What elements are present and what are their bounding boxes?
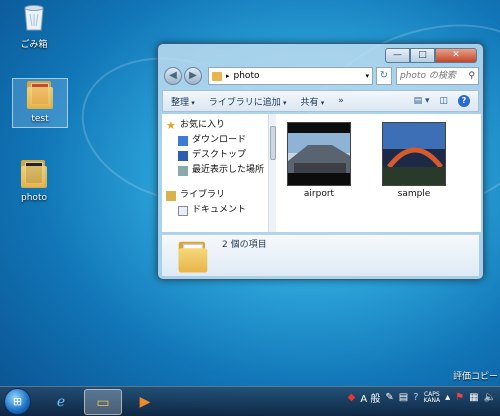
folder-icon (21, 158, 47, 188)
image-thumbnail (287, 122, 351, 186)
nav-favorites[interactable]: ★ お気に入り (166, 118, 270, 133)
show-hidden-icons-icon[interactable]: ▴ (445, 392, 450, 403)
ime-mode[interactable]: A 般 (360, 390, 380, 405)
file-list: airport sample (276, 114, 481, 232)
nav-label: ドキュメント (192, 205, 247, 215)
folder-icon (178, 240, 208, 273)
image-thumbnail (382, 122, 446, 186)
command-bar: 整理 ライブラリに追加 共有 » ▤ ▾ ◫ ? (162, 90, 479, 112)
nav-label: 最近表示した場所 (192, 165, 265, 175)
nav-label: お気に入り (180, 120, 226, 130)
library-icon (166, 190, 176, 201)
kana-indicator: KANA (423, 396, 441, 404)
nav-scrollbar[interactable] (268, 114, 276, 232)
desktop-icon-test-folder[interactable]: test (12, 78, 68, 128)
system-tray: ◆ A 般 ✎ ▤ ? CAPS KANA ▴ ⚑ ▦ 🔈 (348, 390, 496, 405)
desktop-icon-label: test (31, 114, 49, 124)
view-options-icon[interactable]: ▤ ▾ (414, 96, 430, 106)
taskbar-media-player[interactable]: ▶ (126, 389, 164, 415)
help-icon[interactable]: ? (458, 95, 470, 107)
caps-kana-indicator: CAPS KANA (423, 391, 441, 404)
preview-pane-icon[interactable]: ◫ (439, 96, 448, 106)
search-input[interactable]: photo の検索 ⚲ (396, 67, 479, 85)
back-button[interactable]: ◀ (164, 67, 182, 85)
window-controls: — □ ✕ (385, 48, 477, 63)
share-button[interactable]: 共有 (301, 95, 325, 108)
ime-dictionary-icon[interactable]: ▤ (399, 392, 408, 403)
breadcrumb-photo[interactable]: photo (234, 71, 260, 81)
maximize-button[interactable]: □ (410, 48, 435, 63)
nav-label: ライブラリ (180, 190, 226, 200)
arrow-right-icon: ▶ (189, 70, 197, 81)
recycle-bin-icon (24, 5, 44, 31)
media-player-icon: ▶ (139, 394, 151, 410)
folder-icon: ▭ (96, 395, 110, 411)
action-center-icon[interactable]: ⚑ (455, 392, 464, 403)
address-dropdown-icon[interactable]: ▾ (365, 72, 372, 80)
minimize-button[interactable]: — (385, 48, 410, 63)
desktop-icon (178, 150, 188, 161)
internet-explorer-icon: ℯ (56, 394, 66, 410)
explorer-window[interactable]: — □ ✕ ◀ ▶ ▸ photo ▾ ↻ photo の検索 ⚲ 整理 ライブ… (157, 43, 484, 280)
file-item-sample[interactable]: sample (379, 122, 449, 199)
network-icon[interactable]: ▦ (469, 392, 478, 403)
nav-libraries[interactable]: ライブラリ (166, 188, 270, 203)
nav-item-desktop[interactable]: デスクトップ (166, 148, 270, 163)
file-name: airport (303, 189, 335, 199)
desktop-icon-label: photo (21, 193, 47, 203)
more-commands-button[interactable]: » (338, 96, 344, 106)
windows-logo-icon: ⊞ (12, 395, 23, 408)
taskbar: ⊞ ℯ ▭ ▶ ◆ A 般 ✎ ▤ ? CAPS KANA ▴ ⚑ ▦ 🔈 (0, 386, 500, 416)
star-icon: ★ (166, 118, 176, 132)
navigation-pane: ★ お気に入り ダウンロード デスクトップ 最近表示した場所 ライブラリ ドキュ… (162, 114, 276, 232)
breadcrumb-separator: ▸ (226, 72, 230, 80)
taskbar-internet-explorer[interactable]: ℯ (42, 389, 80, 415)
close-button[interactable]: ✕ (435, 48, 477, 63)
folder-icon (27, 79, 53, 109)
refresh-button[interactable]: ↻ (376, 67, 392, 85)
nav-item-documents[interactable]: ドキュメント (166, 203, 270, 218)
airport-photo-icon (288, 133, 350, 173)
nav-label: ダウンロード (192, 135, 247, 145)
file-name: sample (397, 189, 431, 199)
address-row: ◀ ▶ ▸ photo ▾ ↻ photo の検索 ⚲ (164, 66, 479, 86)
search-placeholder: photo の検索 (400, 71, 456, 81)
taskbar-explorer[interactable]: ▭ (84, 389, 122, 415)
folder-icon (212, 71, 222, 81)
refresh-icon: ↻ (379, 70, 389, 81)
evaluation-watermark: 評価コピー (452, 372, 498, 382)
documents-icon (178, 205, 188, 216)
help-icon[interactable]: ? (413, 392, 418, 403)
forward-button[interactable]: ▶ (184, 67, 202, 85)
nav-label: デスクトップ (192, 150, 247, 160)
ime-tray-icon[interactable]: ◆ (348, 392, 356, 403)
ime-tools-icon[interactable]: ✎ (385, 392, 393, 403)
desktop-icon-photo-folder[interactable]: photo (11, 158, 57, 203)
details-pane: 2 個の項目 (162, 234, 479, 276)
desktop-icon-label: ごみ箱 (20, 40, 48, 50)
sample-photo-icon (383, 123, 445, 185)
item-count: 2 個の項目 (222, 240, 267, 250)
search-icon: ⚲ (468, 71, 475, 81)
address-bar[interactable]: ▸ photo ▾ (208, 67, 373, 85)
downloads-icon (178, 135, 188, 146)
file-item-airport[interactable]: airport (284, 122, 354, 199)
recent-places-icon (178, 165, 188, 176)
nav-item-recent-places[interactable]: 最近表示した場所 (166, 163, 270, 178)
nav-item-downloads[interactable]: ダウンロード (166, 133, 270, 148)
organize-button[interactable]: 整理 (171, 95, 195, 108)
arrow-left-icon: ◀ (169, 70, 177, 81)
volume-icon[interactable]: 🔈 (484, 392, 496, 403)
desktop-icon-recycle-bin[interactable]: ごみ箱 (11, 2, 57, 50)
add-to-library-button[interactable]: ライブラリに追加 (209, 95, 287, 108)
start-button[interactable]: ⊞ (4, 388, 31, 415)
